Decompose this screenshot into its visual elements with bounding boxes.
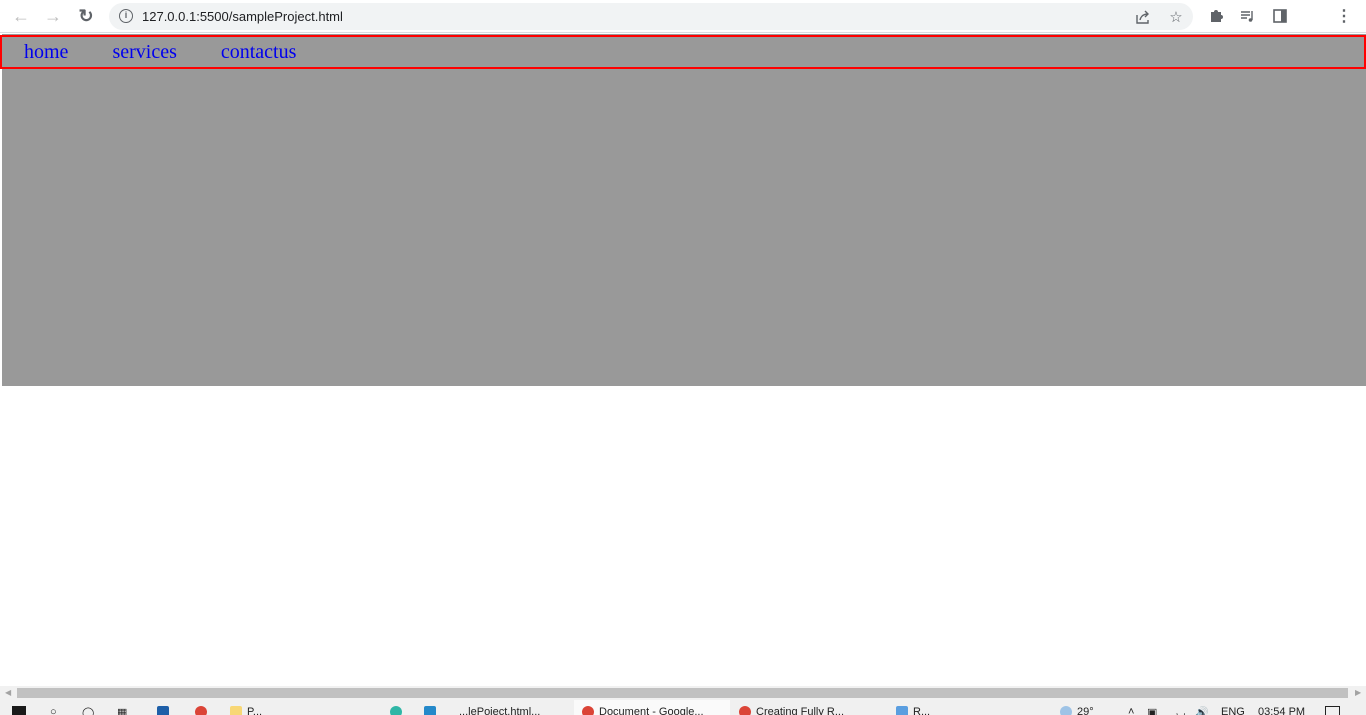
nav-link-services[interactable]: services (112, 41, 176, 64)
playlist-icon (1241, 11, 1253, 22)
site-info-icon[interactable]: i (119, 9, 133, 23)
hero-section (2, 34, 1366, 386)
nav-link-contactus[interactable]: contactus (221, 41, 297, 64)
arrow-left-icon: ← (12, 5, 30, 26)
taskbar-item-google-docs[interactable]: Document - Google... (582, 706, 704, 715)
nav-link-home[interactable]: home (24, 41, 68, 64)
reload-button[interactable]: ↻ (75, 5, 97, 27)
reload-icon: ↻ (78, 5, 94, 26)
tray-chevron-icon[interactable]: ˄ (1128, 706, 1134, 715)
weather-icon[interactable]: 29° (1060, 706, 1094, 715)
bookmark-star-icon[interactable]: ☆ (1166, 7, 1186, 27)
side-panel-button[interactable] (1269, 5, 1291, 27)
chrome-icon[interactable] (195, 706, 212, 715)
horizontal-scrollbar[interactable]: ◀ ▶ (0, 686, 1366, 700)
cortana-icon[interactable]: ◯ (82, 706, 94, 715)
taskbar-item-vscode[interactable]: ...lePoject.html... (424, 706, 540, 715)
scroll-right-icon[interactable]: ▶ (1355, 688, 1361, 697)
os-taskbar: ○ ◯ ▦ P... ...lePoject.html... Document … (0, 700, 1366, 715)
language-indicator[interactable]: ENG (1221, 706, 1245, 715)
taskbar-item-chrome-2[interactable]: Creating Fully R... (739, 706, 844, 715)
volume-icon[interactable]: 🔊 (1195, 706, 1209, 715)
page-viewport: home services contactus (0, 34, 1366, 686)
forward-button[interactable]: → (42, 5, 64, 27)
edge-icon[interactable] (390, 706, 407, 715)
wifi-icon[interactable]: ◡ (1176, 706, 1186, 715)
store-icon[interactable] (157, 706, 174, 715)
clock[interactable]: 03:54 PM (1258, 706, 1305, 715)
search-icon[interactable]: ○ (50, 706, 57, 715)
scrollbar-thumb[interactable] (17, 688, 1348, 698)
taskbar-item-explorer[interactable]: P... (230, 706, 262, 715)
address-bar[interactable]: i 127.0.0.1:5500/sampleProject.html ☆ (109, 3, 1193, 30)
windows-start-icon[interactable] (12, 706, 26, 715)
more-vert-icon: ⋮ (1336, 8, 1352, 25)
arrow-right-icon: → (44, 5, 62, 26)
menu-button[interactable]: ⋮ (1333, 5, 1355, 27)
side-panel-icon (1273, 9, 1287, 23)
scroll-left-icon[interactable]: ◀ (5, 688, 11, 697)
back-button[interactable]: ← (10, 5, 32, 27)
share-icon[interactable] (1133, 7, 1153, 27)
media-control-button[interactable] (1237, 5, 1259, 27)
task-view-icon[interactable]: ▦ (117, 706, 127, 715)
browser-toolbar: ← → ↻ i 127.0.0.1:5500/sampleProject.htm… (0, 0, 1366, 33)
extensions-button[interactable] (1205, 5, 1227, 27)
network-icon[interactable]: ▣ (1147, 706, 1157, 715)
taskbar-item-other[interactable]: R... (896, 706, 930, 715)
puzzle-icon (1211, 10, 1223, 22)
notifications-icon[interactable] (1325, 706, 1340, 715)
main-nav: home services contactus (0, 35, 1366, 69)
url-text[interactable]: 127.0.0.1:5500/sampleProject.html (142, 9, 343, 24)
